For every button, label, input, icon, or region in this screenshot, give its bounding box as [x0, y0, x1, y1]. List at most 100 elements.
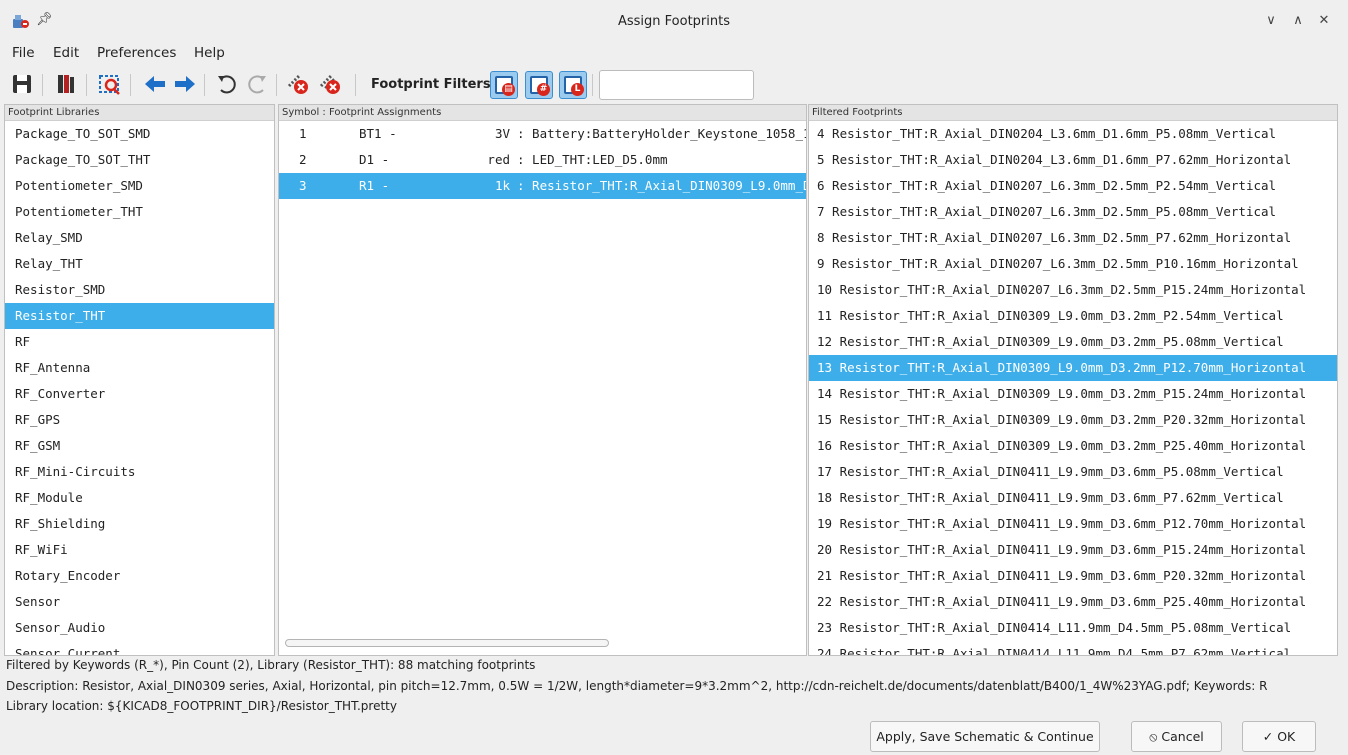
toolbar-separator: [86, 74, 87, 96]
filtered-footprint-item[interactable]: 22 Resistor_THT:R_Axial_DIN0411_L9.9mm_D…: [809, 589, 1337, 615]
footprint-viewer-icon[interactable]: [98, 72, 122, 96]
minimize-button[interactable]: ∨: [1263, 13, 1279, 29]
delete-selected-association-icon[interactable]: [286, 72, 310, 96]
menu-preferences[interactable]: Preferences: [97, 45, 176, 61]
library-list-item[interactable]: Package_TO_SOT_SMD: [5, 121, 274, 147]
filtered-footprint-item[interactable]: 10 Resistor_THT:R_Axial_DIN0207_L6.3mm_D…: [809, 277, 1337, 303]
footprint-filters-label: Footprint Filters:: [371, 77, 496, 92]
filtered-footprints-header: Filtered Footprints: [809, 105, 1337, 121]
footprint-libraries-panel: Footprint Libraries Package_TO_SOT_SMD Pa…: [4, 104, 275, 656]
filter-by-pin-count-button[interactable]: #: [525, 71, 553, 99]
toolbar-separator: [592, 74, 593, 96]
filtered-footprint-item[interactable]: 19 Resistor_THT:R_Axial_DIN0411_L9.9mm_D…: [809, 511, 1337, 537]
filtered-footprint-item[interactable]: 17 Resistor_THT:R_Axial_DIN0411_L9.9mm_D…: [809, 459, 1337, 485]
library-list-item[interactable]: RF: [5, 329, 274, 355]
assignment-value: red: [487, 152, 510, 167]
filtered-footprint-item[interactable]: 9 Resistor_THT:R_Axial_DIN0207_L6.3mm_D2…: [809, 251, 1337, 277]
library-list-item[interactable]: RF_Mini-Circuits: [5, 459, 274, 485]
apply-save-continue-button[interactable]: Apply, Save Schematic & Continue: [870, 721, 1100, 752]
filtered-footprint-item[interactable]: 11 Resistor_THT:R_Axial_DIN0309_L9.0mm_D…: [809, 303, 1337, 329]
assignment-row[interactable]: 2 D1 - red: LED_THT:LED_D5.0mm: [279, 147, 806, 173]
cancel-label: Cancel: [1161, 729, 1204, 744]
close-button[interactable]: ✕: [1316, 13, 1332, 29]
filtered-footprint-item[interactable]: 5 Resistor_THT:R_Axial_DIN0204_L3.6mm_D1…: [809, 147, 1337, 173]
assignment-row[interactable]: 1 BT1 - 3V: Battery:BatteryHolder_Keystone…: [279, 121, 806, 147]
library-list-item[interactable]: RF_GSM: [5, 433, 274, 459]
filter-by-library-button[interactable]: L: [559, 71, 587, 99]
assignment-footprint: : LED_THT:LED_D5.0mm: [517, 152, 668, 167]
library-list-item[interactable]: RF_Antenna: [5, 355, 274, 381]
assignments-header: Symbol : Footprint Assignments: [279, 105, 806, 121]
menu-file[interactable]: File: [12, 45, 35, 61]
filtered-footprint-item[interactable]: 14 Resistor_THT:R_Axial_DIN0309_L9.0mm_D…: [809, 381, 1337, 407]
filtered-footprint-item[interactable]: 7 Resistor_THT:R_Axial_DIN0207_L6.3mm_D2…: [809, 199, 1337, 225]
arrow-right-icon[interactable]: [173, 72, 197, 96]
filtered-footprint-item[interactable]: 24 Resistor_THT:R_Axial_DIN0414_L11.9mm_…: [809, 641, 1337, 655]
assignment-row[interactable]: 3 R1 - 1k: Resistor_THT:R_Axial_DIN0309_L9…: [279, 173, 806, 199]
assignments-panel: Symbol : Footprint Assignments 1 BT1 - 3V:…: [278, 104, 807, 656]
ok-button[interactable]: ✓ OK: [1242, 721, 1316, 752]
filtered-footprint-item[interactable]: 15 Resistor_THT:R_Axial_DIN0309_L9.0mm_D…: [809, 407, 1337, 433]
save-icon[interactable]: [10, 72, 34, 96]
library-list-item[interactable]: RF_GPS: [5, 407, 274, 433]
title-bar: 📌︎ Assign Footprints ∨ ∧ ✕: [0, 0, 1348, 40]
maximize-button[interactable]: ∧: [1290, 13, 1306, 29]
arrow-left-icon[interactable]: [143, 72, 167, 96]
library-list-item[interactable]: Sensor_Current: [5, 641, 274, 655]
library-list-item[interactable]: Rotary_Encoder: [5, 563, 274, 589]
menu-bar: File Edit Preferences Help: [0, 40, 1348, 66]
filter-by-keywords-button[interactable]: ▤: [490, 71, 518, 99]
filtered-footprint-item[interactable]: 4 Resistor_THT:R_Axial_DIN0204_L3.6mm_D1…: [809, 121, 1337, 147]
library-list-item[interactable]: Potentiometer_THT: [5, 199, 274, 225]
filtered-footprint-item[interactable]: 23 Resistor_THT:R_Axial_DIN0414_L11.9mm_…: [809, 615, 1337, 641]
footprint-libraries-list: Package_TO_SOT_SMD Package_TO_SOT_THT Pote…: [5, 121, 274, 655]
library-list-item[interactable]: RF_Converter: [5, 381, 274, 407]
description-line: Description: Resistor, Axial_DIN0309 ser…: [6, 679, 1268, 693]
library-list-item[interactable]: RF_WiFi: [5, 537, 274, 563]
library-table-icon[interactable]: [54, 72, 78, 96]
cancel-icon: ⦸: [1149, 729, 1158, 744]
filtered-footprint-item[interactable]: 21 Resistor_THT:R_Axial_DIN0411_L9.9mm_D…: [809, 563, 1337, 589]
filtered-footprint-item[interactable]: 16 Resistor_THT:R_Axial_DIN0309_L9.0mm_D…: [809, 433, 1337, 459]
undo-icon[interactable]: [215, 72, 239, 96]
library-list-item[interactable]: RF_Module: [5, 485, 274, 511]
assignment-value: 3V: [494, 126, 510, 141]
filtered-footprint-item[interactable]: 20 Resistor_THT:R_Axial_DIN0411_L9.9mm_D…: [809, 537, 1337, 563]
library-list-item[interactable]: RF_Shielding: [5, 511, 274, 537]
assignment-footprint: : Battery:BatteryHolder_Keystone_1058_1x…: [517, 126, 806, 141]
redo-icon[interactable]: [245, 72, 269, 96]
library-list-item[interactable]: Relay_THT: [5, 251, 274, 277]
filtered-footprint-item[interactable]: 12 Resistor_THT:R_Axial_DIN0309_L9.0mm_D…: [809, 329, 1337, 355]
filter-status-line: Filtered by Keywords (R_*), Pin Count (2…: [6, 658, 536, 672]
pin-count-badge-icon: #: [537, 83, 550, 96]
footprint-filter-search-input[interactable]: [599, 70, 754, 100]
library-list-item[interactable]: Package_TO_SOT_THT: [5, 147, 274, 173]
assignments-list: 1 BT1 - 3V: Battery:BatteryHolder_Keystone…: [279, 121, 806, 199]
filtered-footprint-item[interactable]: 6 Resistor_THT:R_Axial_DIN0207_L6.3mm_D2…: [809, 173, 1337, 199]
assignment-footprint: : Resistor_THT:R_Axial_DIN0309_L9.0mm_D3…: [517, 178, 806, 193]
filtered-footprint-item[interactable]: 18 Resistor_THT:R_Axial_DIN0411_L9.9mm_D…: [809, 485, 1337, 511]
library-list-item[interactable]: Sensor: [5, 589, 274, 615]
library-list-item[interactable]: Resistor_SMD: [5, 277, 274, 303]
assignment-number: 3: [299, 178, 307, 193]
library-badge-icon: L: [571, 83, 584, 96]
footprint-libraries-header: Footprint Libraries: [5, 105, 274, 121]
library-list-item[interactable]: Resistor_THT: [5, 303, 274, 329]
delete-all-associations-icon[interactable]: [318, 72, 342, 96]
toolbar-separator: [42, 74, 43, 96]
library-list-item[interactable]: Relay_SMD: [5, 225, 274, 251]
ok-icon: ✓: [1262, 729, 1274, 744]
assignment-reference: BT1 -: [359, 126, 397, 141]
cancel-button[interactable]: ⦸ Cancel: [1131, 721, 1222, 752]
library-list-item[interactable]: Sensor_Audio: [5, 615, 274, 641]
horizontal-scrollbar[interactable]: [285, 639, 609, 647]
library-list-item[interactable]: Potentiometer_SMD: [5, 173, 274, 199]
assignment-number: 2: [299, 152, 307, 167]
filtered-footprint-item[interactable]: 13 Resistor_THT:R_Axial_DIN0309_L9.0mm_D…: [809, 355, 1337, 381]
toolbar-separator: [130, 74, 131, 96]
menu-help[interactable]: Help: [194, 45, 225, 61]
filtered-footprint-item[interactable]: 8 Resistor_THT:R_Axial_DIN0207_L6.3mm_D2…: [809, 225, 1337, 251]
toolbar: Footprint Filters: ▤ # L: [0, 68, 1348, 102]
menu-edit[interactable]: Edit: [53, 45, 79, 61]
toolbar-separator: [355, 74, 356, 96]
